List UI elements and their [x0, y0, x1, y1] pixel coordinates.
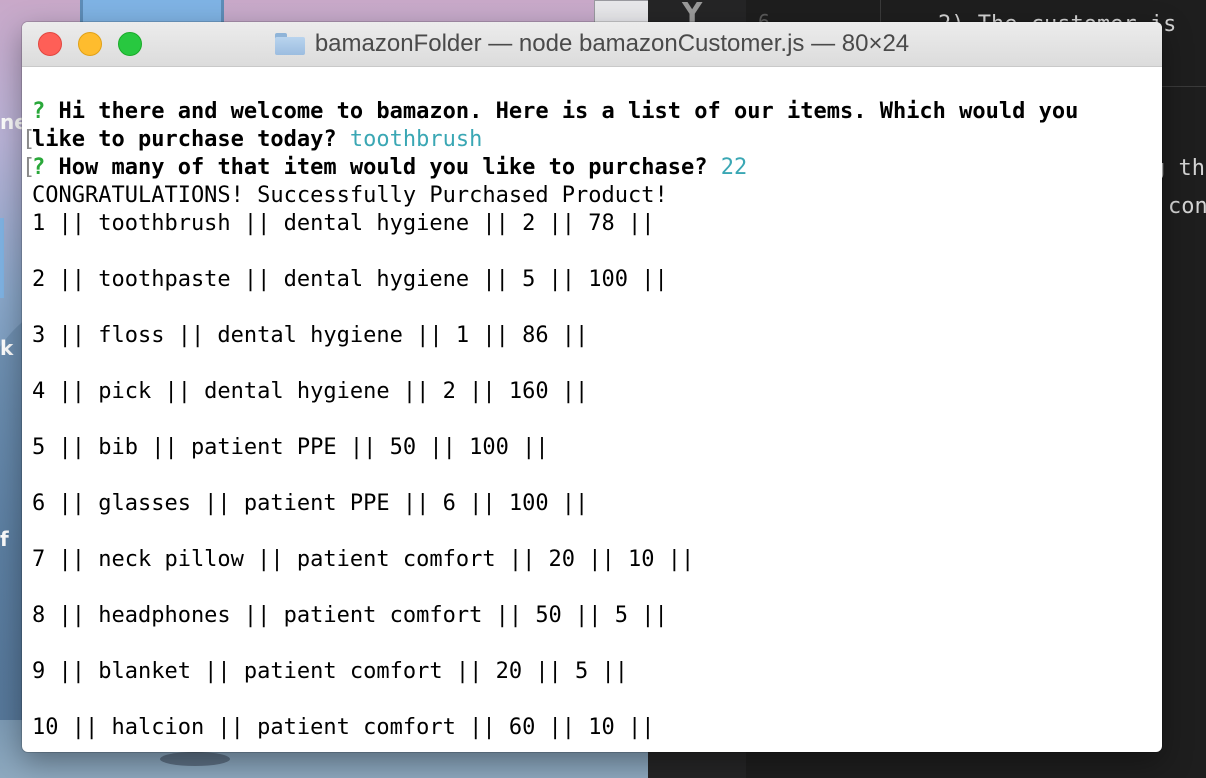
terminal-window[interactable]: bamazonFolder — node bamazonCustomer.js … [22, 22, 1162, 752]
prompt-line: ? Hi there and welcome to bamazon. Here … [32, 98, 1157, 126]
prompt-answer: 22 [720, 155, 748, 180]
product-row: 10 || halcion || patient comfort || 60 |… [32, 715, 655, 740]
desktop-label-fragment: f [0, 527, 9, 551]
product-row: 5 || bib || patient PPE || 50 || 100 || [32, 435, 549, 460]
window-title-area: bamazonFolder — node bamazonCustomer.js … [22, 22, 1162, 66]
product-row: 6 || glasses || patient PPE || 6 || 100 … [32, 491, 589, 516]
success-message: CONGRATULATIONS! Successfully Purchased … [32, 183, 668, 208]
window-title: bamazonFolder — node bamazonCustomer.js … [314, 30, 910, 57]
prompt-mark: ? [32, 99, 46, 124]
prompt-question: like to purchase today? [32, 127, 337, 152]
prompt-line: [? How many of that item would you like … [22, 155, 748, 180]
prompt-question: How many of that item would you like to … [58, 155, 708, 180]
product-row: 4 || pick || dental hygiene || 2 || 160 … [32, 379, 589, 404]
desktop-window-fragment [80, 0, 224, 22]
terminal-output[interactable]: ? Hi there and welcome to bamazon. Here … [22, 98, 1162, 742]
folder-icon [274, 33, 305, 55]
product-row: 7 || neck pillow || patient comfort || 2… [32, 547, 695, 572]
product-row: 3 || floss || dental hygiene || 1 || 86 … [32, 323, 589, 348]
desktop-icon-fragment [0, 218, 4, 298]
prompt-answer: toothbrush [349, 127, 483, 152]
product-row: 8 || headphones || patient comfort || 50… [32, 603, 668, 628]
editor-code-text: con [1168, 194, 1206, 219]
prompt-question: Hi there and welcome to bamazon. Here is… [58, 99, 1079, 124]
product-row: 2 || toothpaste || dental hygiene || 5 |… [32, 267, 668, 292]
desktop-label-fragment: k [0, 336, 14, 360]
product-row: 9 || blanket || patient comfort || 20 ||… [32, 659, 629, 684]
product-row: 1 || toothbrush || dental hygiene || 2 |… [32, 211, 655, 236]
desktop-thumbnail [594, 0, 648, 24]
wallpaper-rock [160, 752, 230, 766]
prompt-line: [like to purchase today? toothbrush] [22, 127, 1162, 152]
window-titlebar[interactable]: bamazonFolder — node bamazonCustomer.js … [22, 22, 1162, 67]
